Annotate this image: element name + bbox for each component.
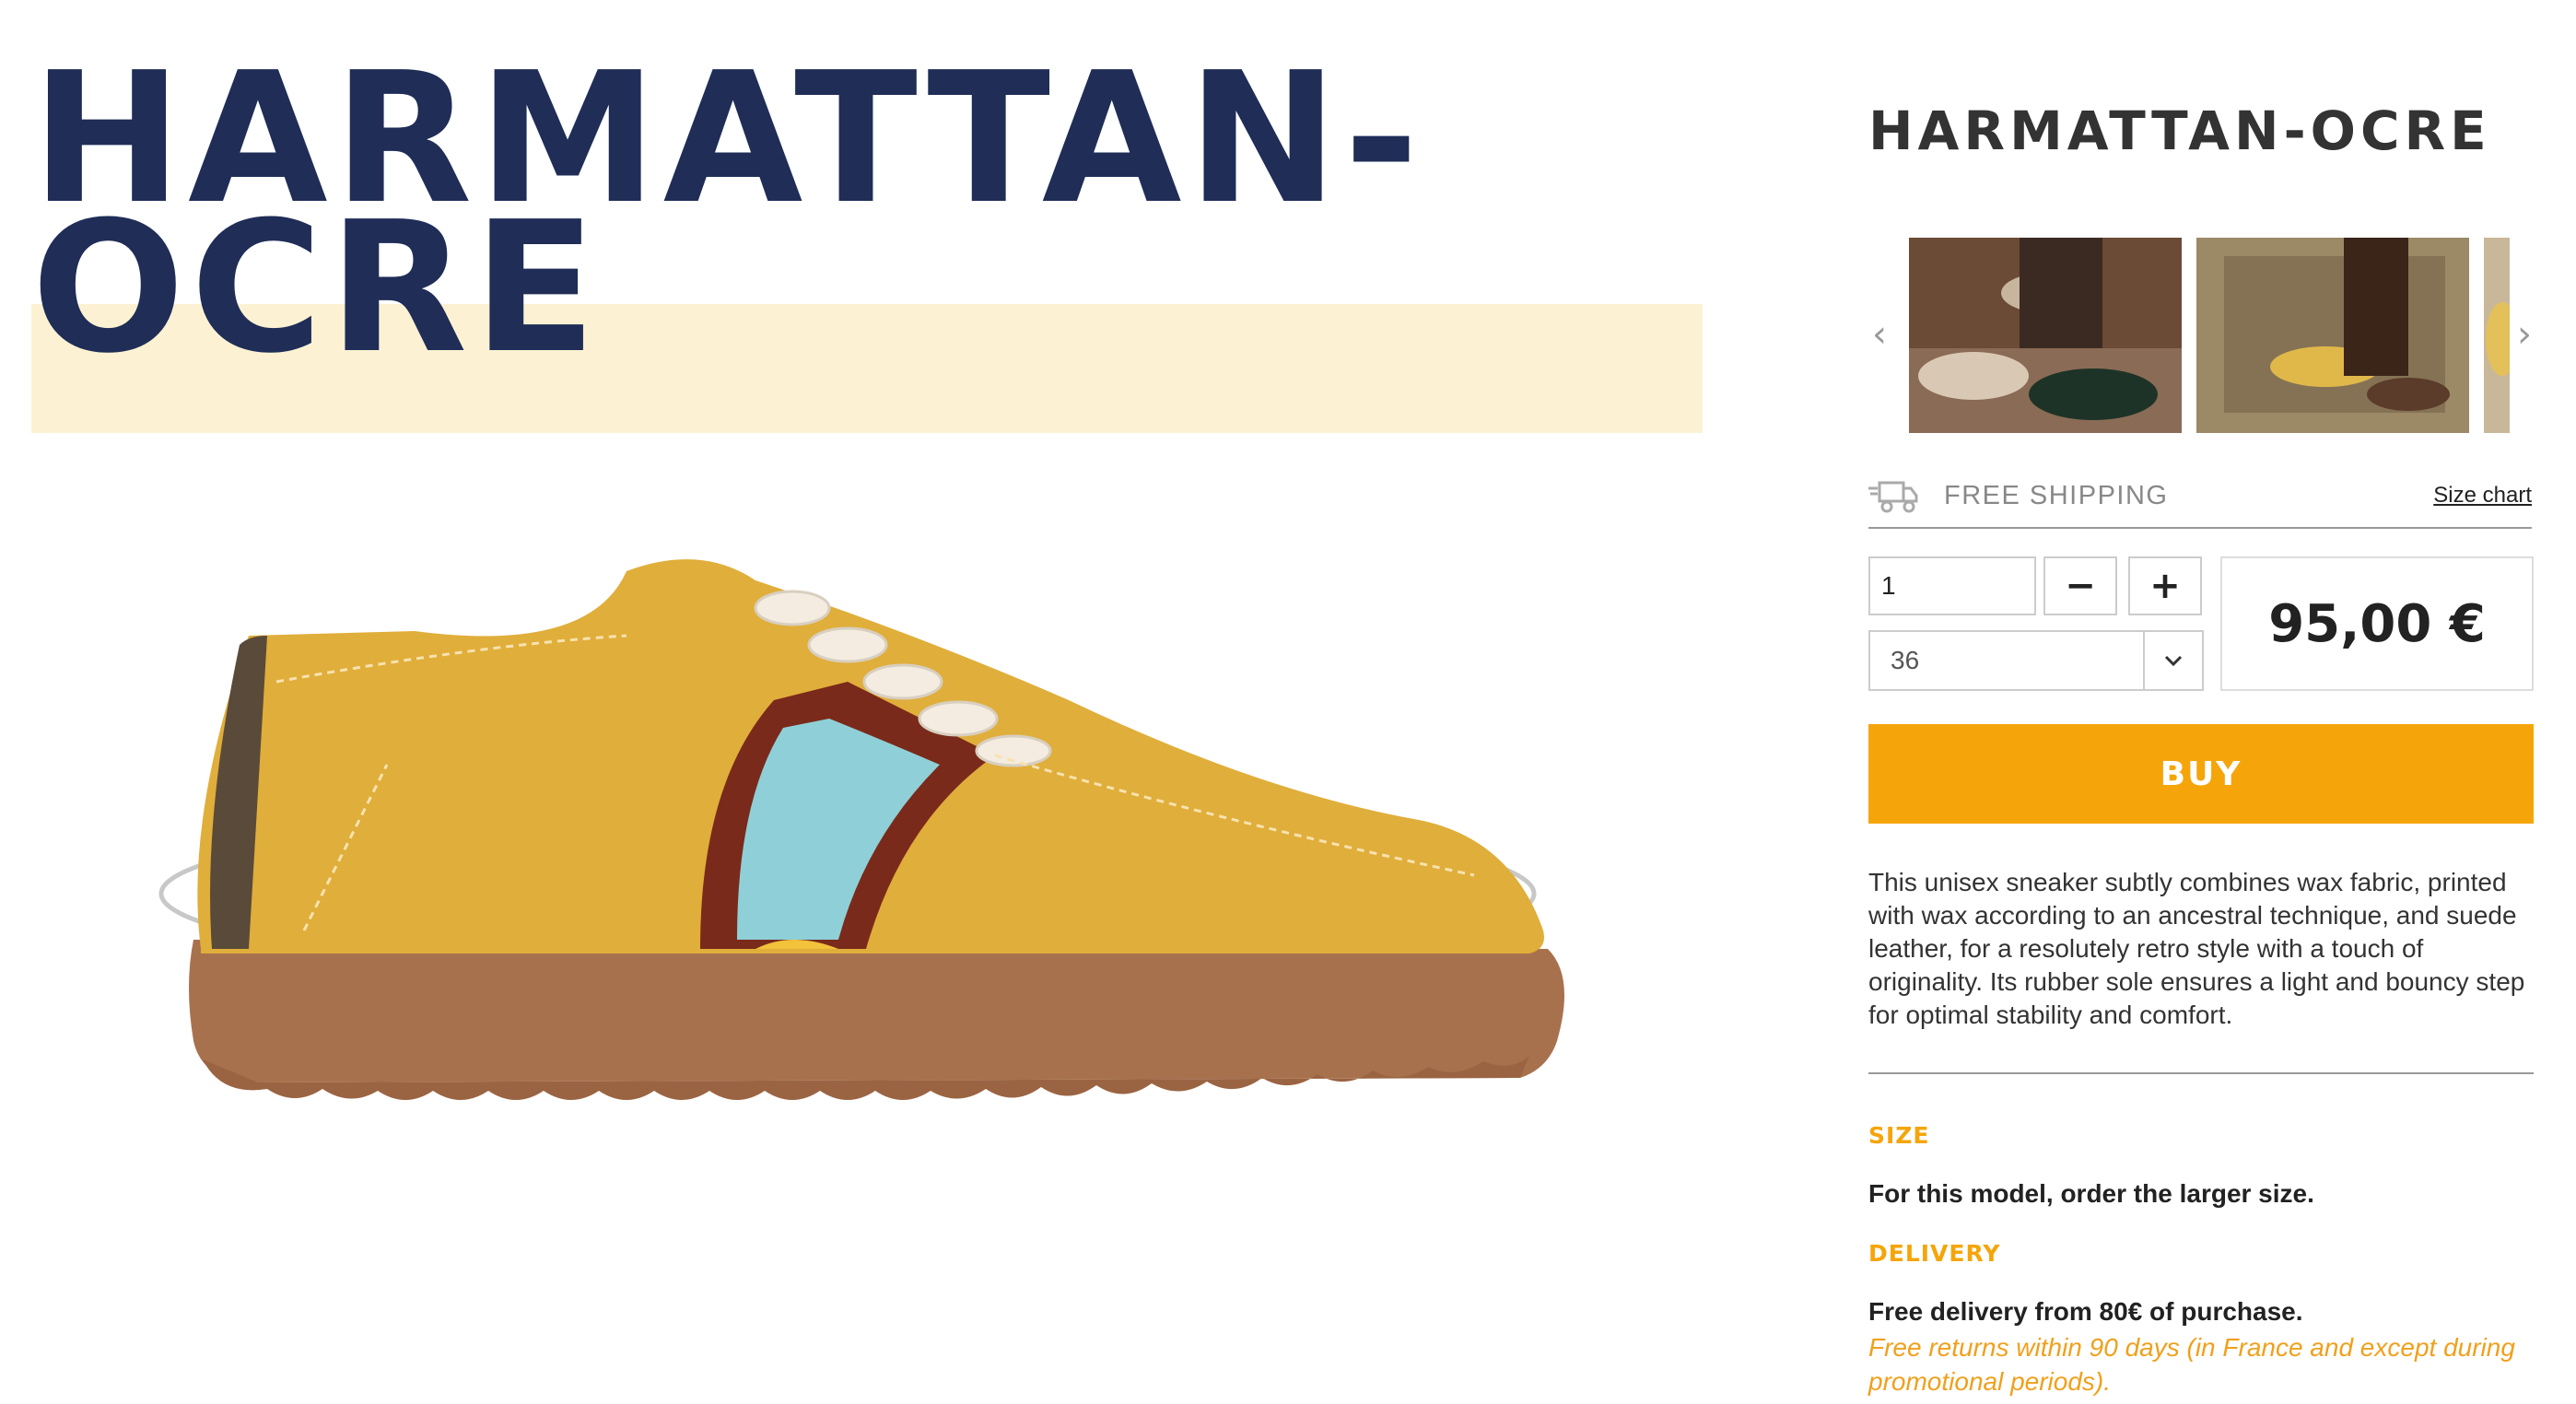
quantity-decrease-button[interactable]: − <box>2043 556 2117 615</box>
size-chart-link[interactable]: Size chart <box>2433 483 2532 509</box>
size-select-value: 36 <box>1891 646 1920 674</box>
hero-title: HARMATTAN- OCRE <box>31 49 1424 379</box>
chevron-down-icon <box>2143 632 2202 689</box>
hero-title-line-2: OCRE <box>31 183 603 393</box>
size-heading: SIZE <box>1868 1122 1930 1149</box>
delivery-note: Free delivery from 80€ of purchase. <box>1868 1297 2303 1326</box>
size-select[interactable]: 36 <box>1868 630 2204 691</box>
size-note: For this model, order the larger size. <box>1868 1179 2314 1208</box>
delivery-heading: DELIVERY <box>1868 1240 2001 1267</box>
thumbnail-gallery: ‹ › <box>1861 238 2543 433</box>
shipping-row: FREE SHIPPING Size chart <box>1868 464 2532 529</box>
quantity-input[interactable] <box>1868 556 2036 615</box>
quantity-increase-button[interactable]: + <box>2128 556 2202 615</box>
price-display: 95,00 € <box>2220 556 2534 691</box>
product-title: HARMATTAN-OCRE <box>1868 99 2491 162</box>
gallery-prev-icon[interactable]: ‹ <box>1861 311 1898 357</box>
gallery-thumbnail-2[interactable] <box>2196 238 2469 433</box>
product-description: This unisex sneaker subtly combines wax … <box>1868 868 2525 1029</box>
free-shipping-label: FREE SHIPPING <box>1944 480 2169 510</box>
product-main-image <box>111 544 1585 1115</box>
sneaker-image <box>158 559 1564 1100</box>
truck-icon <box>1868 481 1918 513</box>
lifestyle-photo-2 <box>2196 238 2469 433</box>
lifestyle-photo-1 <box>1909 238 2182 433</box>
gallery-thumbnail-1[interactable] <box>1909 238 2182 433</box>
buy-button[interactable]: BUY <box>1868 724 2534 824</box>
gallery-next-icon[interactable]: › <box>2506 311 2543 357</box>
section-divider <box>1868 1072 2534 1074</box>
returns-note: Free returns within 90 days (in France a… <box>1868 1333 2515 1396</box>
